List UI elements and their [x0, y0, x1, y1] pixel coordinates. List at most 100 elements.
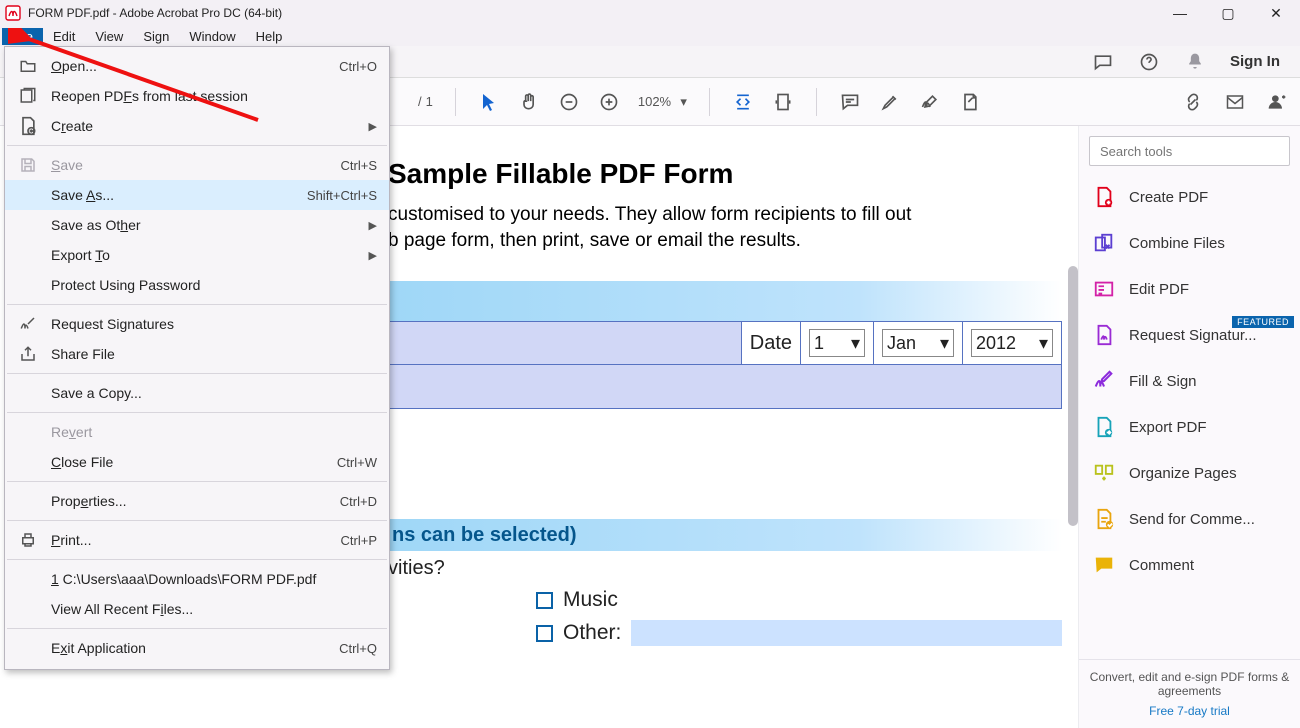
sign-icon[interactable] [919, 91, 941, 113]
section-header-1 [388, 281, 1062, 321]
zoom-level[interactable]: 102% ▾ [638, 94, 687, 110]
search-input[interactable] [1089, 136, 1290, 166]
menu-edit[interactable]: Edit [43, 28, 85, 45]
menu-file[interactable]: File [2, 28, 43, 45]
footer-text: Convert, edit and e-sign PDF forms & agr… [1087, 670, 1292, 698]
signature-icon [17, 313, 39, 335]
doc-title: Sample Fillable PDF Form [388, 126, 1062, 202]
menu-request-signatures[interactable]: Request Signatures [5, 309, 389, 339]
stamp-icon[interactable] [959, 91, 981, 113]
file-menu: Open... Ctrl+O Reopen PDFs from last ses… [4, 46, 390, 670]
zoom-in-icon[interactable] [598, 91, 620, 113]
menu-print[interactable]: Print... Ctrl+P [5, 525, 389, 555]
select-tool-icon[interactable] [478, 91, 500, 113]
other-textfield[interactable] [631, 620, 1062, 646]
month-select[interactable]: Jan▾ [882, 329, 954, 357]
bell-icon[interactable] [1184, 51, 1206, 73]
submenu-arrow-icon: ▶ [369, 219, 377, 232]
highlight-icon[interactable] [879, 91, 901, 113]
separator [455, 88, 456, 116]
menu-close-file[interactable]: Close File Ctrl+W [5, 447, 389, 477]
free-trial-link[interactable]: Free 7-day trial [1087, 704, 1292, 718]
separator [709, 88, 710, 116]
separator [816, 88, 817, 116]
option-other: Other: [563, 621, 621, 645]
sign-in-link[interactable]: Sign In [1230, 53, 1280, 70]
menu-export-to[interactable]: Export To ▶ [5, 240, 389, 270]
share-icon [17, 343, 39, 365]
submenu-arrow-icon: ▶ [369, 120, 377, 133]
day-select[interactable]: 1▾ [809, 329, 865, 357]
tool-organize-pages[interactable]: Organize Pages [1079, 450, 1300, 496]
date-label: Date [750, 332, 792, 355]
minimize-button[interactable]: — [1170, 5, 1190, 22]
menu-properties[interactable]: Properties... Ctrl+D [5, 486, 389, 516]
menu-bar: File Edit View Sign Window Help [0, 26, 1300, 46]
menu-window[interactable]: Window [179, 28, 245, 45]
page-indicator: / 1 [418, 94, 433, 109]
tool-send-for-comments[interactable]: Send for Comme... [1079, 496, 1300, 542]
chat-icon[interactable] [1092, 51, 1114, 73]
create-pdf-icon [1093, 186, 1115, 208]
menu-recent-file-1[interactable]: 1 C:\Users\aaa\Downloads\FORM PDF.pdf [5, 564, 389, 594]
tool-edit-pdf[interactable]: Edit PDF [1079, 266, 1300, 312]
tool-combine-files[interactable]: Combine Files [1079, 220, 1300, 266]
menu-exit[interactable]: Exit Application Ctrl+Q [5, 633, 389, 663]
link-icon[interactable] [1182, 91, 1204, 113]
menu-sign[interactable]: Sign [133, 28, 179, 45]
acrobat-icon [4, 4, 22, 22]
menu-reopen[interactable]: Reopen PDFs from last session [5, 81, 389, 111]
checkbox-music[interactable] [536, 592, 553, 609]
checkbox-other[interactable] [536, 625, 553, 642]
menu-help[interactable]: Help [246, 28, 293, 45]
menu-save-as[interactable]: Save As... Shift+Ctrl+S [5, 180, 389, 210]
fit-width-icon[interactable] [732, 91, 754, 113]
fit-page-icon[interactable] [772, 91, 794, 113]
question-line: vities? [388, 551, 1062, 580]
menu-create[interactable]: Create ▶ [5, 111, 389, 141]
help-icon[interactable] [1138, 51, 1160, 73]
blank-row [388, 365, 1062, 409]
panel-footer: Convert, edit and e-sign PDF forms & agr… [1079, 659, 1300, 728]
tool-request-signatures[interactable]: Request Signatur...FEATURED [1079, 312, 1300, 358]
send-comments-icon [1093, 508, 1115, 530]
tool-create-pdf[interactable]: Create PDF [1079, 174, 1300, 220]
menu-view-all-recent[interactable]: View All Recent Files... [5, 594, 389, 624]
scrollbar-thumb[interactable] [1068, 266, 1078, 526]
fill-sign-icon [1093, 370, 1115, 392]
menu-save-a-copy[interactable]: Save a Copy... [5, 378, 389, 408]
reopen-icon [17, 85, 39, 107]
export-pdf-icon [1093, 416, 1115, 438]
request-signature-icon [1093, 324, 1115, 346]
comment-tool-icon [1093, 554, 1115, 576]
mail-icon[interactable] [1224, 91, 1246, 113]
print-icon [17, 529, 39, 551]
tool-comment[interactable]: Comment [1079, 542, 1300, 588]
comment-icon[interactable] [839, 91, 861, 113]
organize-pages-icon [1093, 462, 1115, 484]
menu-view[interactable]: View [85, 28, 133, 45]
zoom-out-icon[interactable] [558, 91, 580, 113]
maximize-button[interactable]: ▢ [1218, 5, 1238, 22]
add-person-icon[interactable] [1266, 91, 1288, 113]
tool-export-pdf[interactable]: Export PDF [1079, 404, 1300, 450]
window-title: FORM PDF.pdf - Adobe Acrobat Pro DC (64-… [28, 6, 282, 20]
title-bar: FORM PDF.pdf - Adobe Acrobat Pro DC (64-… [0, 0, 1300, 26]
year-select[interactable]: 2012▾ [971, 329, 1053, 357]
tool-fill-sign[interactable]: Fill & Sign [1079, 358, 1300, 404]
menu-protect-password[interactable]: Protect Using Password [5, 270, 389, 300]
save-icon [17, 154, 39, 176]
menu-save: Save Ctrl+S [5, 150, 389, 180]
open-icon [17, 55, 39, 77]
create-icon [17, 115, 39, 137]
option-music: Music [563, 588, 618, 612]
combine-files-icon [1093, 232, 1115, 254]
hand-tool-icon[interactable] [518, 91, 540, 113]
menu-revert: Revert [5, 417, 389, 447]
menu-share-file[interactable]: Share File [5, 339, 389, 369]
close-button[interactable]: ✕ [1266, 5, 1286, 22]
submenu-arrow-icon: ▶ [369, 249, 377, 262]
menu-open[interactable]: Open... Ctrl+O [5, 51, 389, 81]
menu-save-as-other[interactable]: Save as Other ▶ [5, 210, 389, 240]
section-header-2: ns can be selected) [388, 519, 1062, 551]
